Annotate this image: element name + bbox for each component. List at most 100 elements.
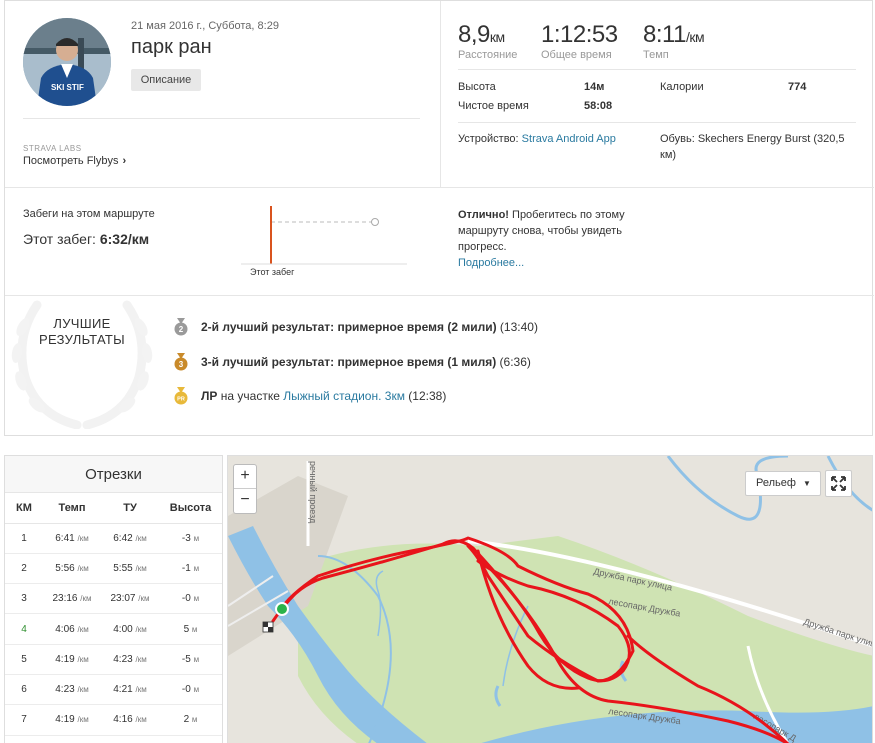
table-row[interactable]: 5 4:19 /км 4:23 /км -5 м [5, 644, 222, 675]
split-km: 8 [5, 735, 43, 743]
split-km-value: 6 [21, 684, 27, 696]
split-km: 1 [5, 523, 43, 554]
split-gap-value: 4:00 [113, 623, 133, 635]
split-pace-unit: /км [80, 594, 92, 604]
activity-date: 21 мая 2016 г., Суббота, 8:29 [131, 20, 279, 32]
split-elevation: -0 м [159, 735, 222, 743]
stat-pace: 8:11/км Темп [643, 21, 705, 61]
split-elevation-unit: м [193, 685, 200, 695]
road-label: речный проезд [308, 461, 318, 524]
split-elevation-unit: м [193, 594, 200, 604]
route-label: Забеги на этом маршруте [23, 208, 155, 220]
split-gap-unit: /км [135, 563, 147, 573]
split-pace: 4:19 /км [43, 644, 101, 675]
map-style-dropdown[interactable]: Рельеф ▼ [745, 471, 821, 496]
split-pace: 6:41 /км [43, 523, 101, 554]
fullscreen-button[interactable] [825, 470, 852, 497]
split-gap: 23:07 /км [101, 583, 159, 615]
split-pace: 4:23 /км [43, 674, 101, 706]
split-km-value: 1 [21, 532, 27, 544]
svg-text:PR: PR [177, 397, 185, 403]
table-row[interactable]: 6 4:23 /км 4:21 /км -0 м [5, 674, 222, 706]
divider [458, 122, 856, 123]
split-elevation: -3 м [159, 523, 222, 554]
split-elevation-unit: м [193, 654, 200, 664]
split-gap: 4:00 /км [101, 613, 159, 645]
route-mini-chart: Этот забег [241, 206, 407, 277]
table-row[interactable]: 812:58 /км12:55 /км-0 м [5, 735, 222, 743]
split-gap-value: 4:16 [113, 714, 133, 726]
split-gap: 5:55 /км [101, 553, 159, 585]
elevation-value: 14м [584, 81, 605, 93]
segment-link[interactable]: Лыжный стадион. 3км [283, 389, 405, 403]
svg-text:3: 3 [179, 360, 184, 369]
mini-chart-label: Этот забег [250, 267, 295, 277]
distance-label: Расстояние [458, 49, 518, 61]
split-pace-value: 23:16 [52, 593, 78, 605]
zoom-out-button[interactable]: − [234, 489, 256, 513]
calories-value: 774 [788, 81, 807, 93]
split-pace: 5:56 /км [43, 553, 101, 585]
table-row[interactable]: 2 5:56 /км 5:55 /км -1 м [5, 553, 222, 585]
split-elevation-unit: м [193, 533, 200, 543]
table-row[interactable]: 1 6:41 /км 6:42 /км -3 м [5, 523, 222, 554]
table-row[interactable]: 3 23:16 /км 23:07 /км -0 м [5, 583, 222, 615]
chevron-right-icon: › [122, 155, 127, 167]
elevation-label: Высота [458, 81, 496, 93]
split-km-value: 4 [21, 623, 27, 635]
calories-label: Калории [660, 81, 704, 93]
split-km-value: 5 [21, 653, 27, 665]
split-elevation: -1 м [159, 553, 222, 585]
activity-card: SKI STIF 21 мая 2016 г., Суббота, 8:29 п… [4, 0, 874, 436]
achievement-time: (6:36) [499, 355, 531, 369]
split-gap: 12:55 /км [101, 735, 159, 743]
split-gap: 6:42 /км [101, 523, 159, 554]
split-gap: 4:16 /км [101, 704, 159, 736]
description-button[interactable]: Описание [131, 69, 201, 91]
avatar[interactable]: SKI STIF [23, 18, 111, 106]
device-row: Устройство: Strava Android App [458, 133, 616, 145]
route-comparison: Забеги на этом маршруте Этот забег: 6:32… [5, 188, 874, 296]
pr-medal-icon: PR [174, 387, 188, 405]
split-elevation-value: -3 [181, 532, 191, 544]
caret-down-icon: ▼ [803, 479, 811, 488]
total-time-value: 1:12:53 [541, 21, 618, 48]
achievement-middle: на участке [220, 389, 280, 403]
split-km: 2 [5, 553, 43, 585]
split-pace-value: 4:19 [55, 653, 75, 665]
split-elevation: -0 м [159, 583, 222, 615]
more-link[interactable]: Подробнее... [458, 257, 524, 269]
split-pace: 12:58 /км [43, 735, 101, 743]
start-marker-icon[interactable] [275, 602, 289, 616]
shoes-value-cont: км) [660, 149, 677, 161]
split-km-value: 3 [21, 593, 27, 605]
split-pace: 23:16 /км [43, 583, 101, 615]
achievement-item: 3 3-й лучший результат: примерное время … [173, 352, 531, 372]
split-pace-value: 6:41 [55, 532, 75, 544]
split-pace-value: 4:19 [55, 714, 75, 726]
split-elevation-value: -0 [181, 684, 191, 696]
flybys-link[interactable]: Посмотреть Flybys › [23, 155, 126, 167]
split-gap-value: 23:07 [110, 593, 136, 605]
svg-text:2: 2 [179, 325, 184, 334]
split-gap-unit: /км [135, 715, 147, 725]
achievement-time: (13:40) [499, 320, 538, 334]
table-row[interactable]: 4 4:06 /км 4:00 /км 5 м [5, 613, 222, 645]
avatar-shirt-text: SKI STIF [51, 83, 84, 92]
device-link[interactable]: Strava Android App [522, 133, 616, 145]
split-km: 5 [5, 644, 43, 675]
best-results: ЛУЧШИЕ РЕЗУЛЬТАТЫ 2 2-й лучший результат… [5, 297, 874, 435]
finish-flag-icon[interactable] [262, 621, 274, 633]
table-row[interactable]: 7 4:19 /км 4:16 /км 2 м [5, 704, 222, 736]
moving-time-label: Чистое время [458, 100, 529, 112]
map-canvas[interactable]: Дружба парк улица Дружба парк улица лесо… [228, 456, 873, 743]
zoom-in-button[interactable]: + [234, 465, 256, 489]
distance-value: 8,9 [458, 21, 490, 48]
total-time-label: Общее время [541, 49, 612, 61]
splits-header-row: КМ Темп ТУ Высота [5, 493, 222, 524]
splits-panel: Отрезки КМ Темп ТУ Высота 1 6:41 /км 6:42 … [4, 455, 223, 743]
route-map[interactable]: Дружба парк улица Дружба парк улица лесо… [227, 455, 873, 743]
zoom-controls: + − [233, 464, 257, 514]
split-km-value: 2 [21, 562, 27, 574]
split-elevation-value: -5 [181, 653, 191, 665]
